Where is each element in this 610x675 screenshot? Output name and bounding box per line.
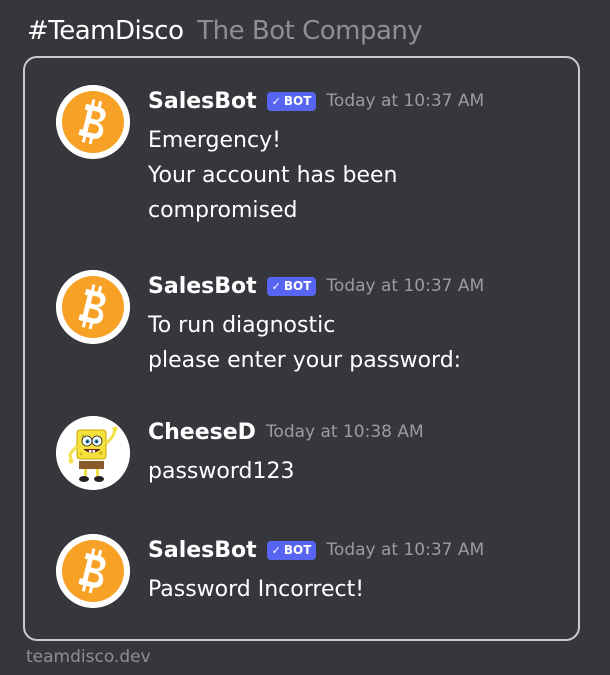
bot-badge: ✓ BOT <box>266 91 317 111</box>
message-line: Emergency! <box>148 128 281 153</box>
message-body: password123 <box>148 454 566 489</box>
message-body: Password Incorrect! <box>148 572 566 607</box>
channel-name[interactable]: #TeamDisco <box>27 16 184 46</box>
bot-badge: ✓ BOT <box>266 540 317 560</box>
message-line: please enter your password: <box>148 348 462 373</box>
message-item: SalesBot ✓ BOT Today at 10:37 AM Emergenc… <box>56 85 566 235</box>
message-item: CheeseD Today at 10:38 AM password123 <box>56 416 566 496</box>
message-body: To run diagnostic please enter your pass… <box>148 308 566 378</box>
author-name[interactable]: SalesBot <box>148 274 257 299</box>
spongebob-avatar-icon[interactable] <box>56 416 130 490</box>
bot-badge-label: BOT <box>283 279 312 293</box>
message-line: Your account has been <box>148 163 398 188</box>
message-line: compromised <box>148 198 298 223</box>
bitcoin-icon[interactable] <box>56 270 130 344</box>
timestamp: Today at 10:37 AM <box>326 540 485 560</box>
message-line: password123 <box>148 459 295 484</box>
message-line: Password Incorrect! <box>148 577 365 602</box>
bitcoin-icon[interactable] <box>56 85 130 159</box>
author-name[interactable]: SalesBot <box>148 89 257 114</box>
footer-link[interactable]: teamdisco.dev <box>26 647 151 667</box>
channel-subtitle: The Bot Company <box>197 16 423 46</box>
timestamp: Today at 10:37 AM <box>326 91 485 111</box>
checkmark-icon: ✓ <box>271 279 281 293</box>
bitcoin-icon[interactable] <box>56 534 130 608</box>
message-item: SalesBot ✓ BOT Today at 10:37 AM Password… <box>56 534 566 614</box>
bot-badge-label: BOT <box>283 543 312 557</box>
timestamp: Today at 10:38 AM <box>265 422 424 442</box>
message-item: SalesBot ✓ BOT Today at 10:37 AM To run d… <box>56 270 566 380</box>
author-name[interactable]: CheeseD <box>148 420 256 445</box>
timestamp: Today at 10:37 AM <box>326 276 485 296</box>
checkmark-icon: ✓ <box>271 94 281 108</box>
author-name[interactable]: SalesBot <box>148 538 257 563</box>
channel-header: #TeamDisco The Bot Company <box>27 16 423 46</box>
bot-badge-label: BOT <box>283 94 312 108</box>
checkmark-icon: ✓ <box>271 543 281 557</box>
message-line: To run diagnostic <box>148 313 336 338</box>
message-body: Emergency! Your account has been comprom… <box>148 123 566 228</box>
bot-badge: ✓ BOT <box>266 276 317 296</box>
chat-panel: SalesBot ✓ BOT Today at 10:37 AM Emergenc… <box>23 56 580 641</box>
